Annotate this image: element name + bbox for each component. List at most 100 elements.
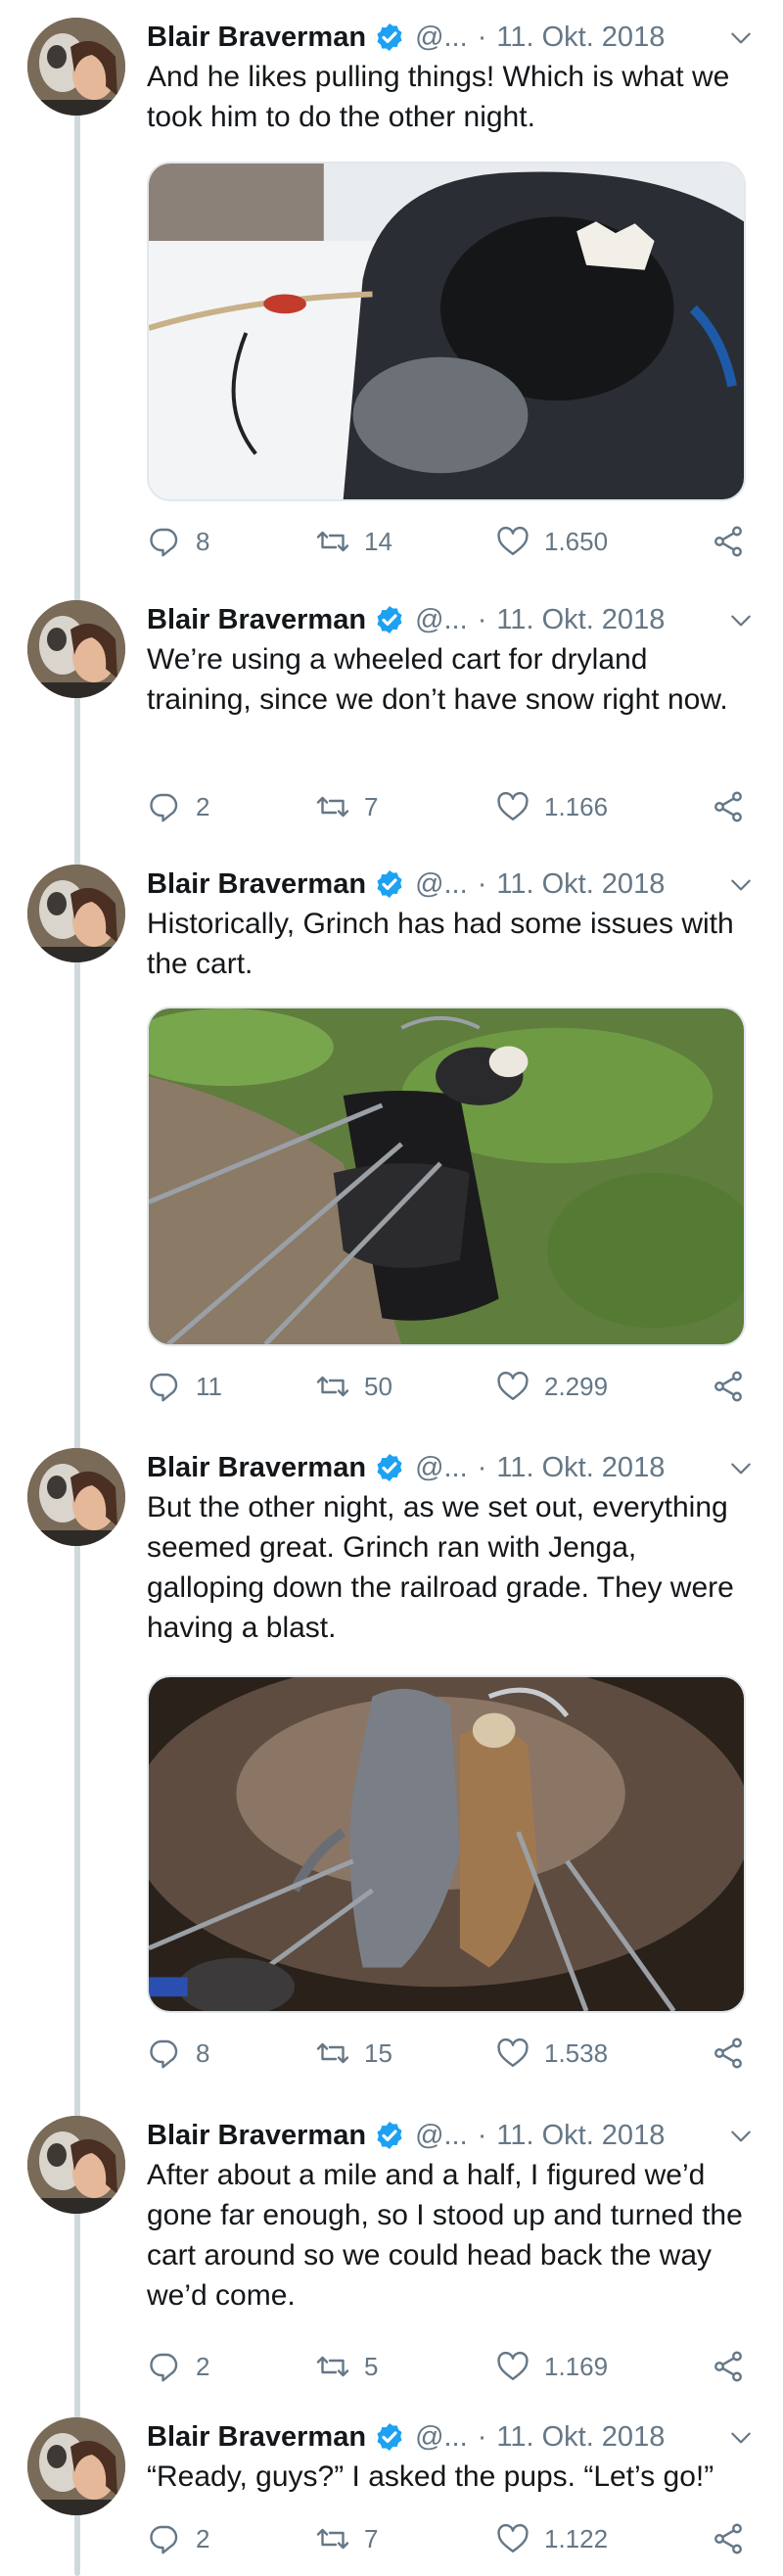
like-button[interactable]: 1.169: [495, 2345, 608, 2388]
reply-count: 11: [196, 1371, 222, 1401]
avatar[interactable]: [27, 865, 125, 962]
tweet-text: And he likes pulling things! Which is wh…: [147, 61, 730, 133]
author-name[interactable]: Blair Braverman: [147, 868, 366, 901]
verified-badge-icon: [374, 2120, 405, 2151]
author-name[interactable]: Blair Braverman: [147, 2120, 366, 2152]
share-button[interactable]: [711, 2517, 746, 2560]
tweet-actions: 2 5 1.169: [147, 2345, 754, 2388]
author-handle: @...: [415, 21, 468, 53]
reply-count: 8: [196, 526, 210, 556]
verified-badge-icon: [374, 2421, 405, 2453]
avatar[interactable]: [27, 2116, 125, 2214]
tweet-date[interactable]: 11. Okt. 2018: [496, 2421, 665, 2454]
avatar[interactable]: [27, 600, 125, 698]
retweet-count: 7: [364, 2523, 379, 2553]
like-count: 1.650: [544, 526, 609, 556]
tweet-header: Blair Braverman @... · 11. Okt. 2018: [147, 865, 754, 904]
tweet-date[interactable]: 11. Okt. 2018: [496, 868, 665, 901]
like-count: 1.538: [544, 2037, 609, 2068]
like-button[interactable]: 1.122: [495, 2517, 608, 2560]
tweet-actions: 2 7 1.166: [147, 785, 754, 828]
retweet-count: 14: [364, 526, 392, 556]
author-name[interactable]: Blair Braverman: [147, 2421, 366, 2454]
separator-dot: ·: [477, 603, 487, 635]
separator-dot: ·: [477, 2420, 487, 2453]
share-button[interactable]: [711, 785, 746, 828]
tweet-date[interactable]: 11. Okt. 2018: [496, 2120, 665, 2152]
like-button[interactable]: 1.166: [495, 785, 608, 828]
reply-button[interactable]: 8: [147, 2032, 209, 2075]
author-name[interactable]: Blair Braverman: [147, 22, 366, 54]
reply-count: 2: [196, 2523, 210, 2553]
tweet-header: Blair Braverman @... · 11. Okt. 2018: [147, 18, 754, 57]
tweet[interactable]: Blair Braverman @... · 11. Okt. 2018 Aft…: [0, 2098, 783, 2397]
tweet-text: After about a mile and a half, I figured…: [147, 2159, 743, 2312]
tweet[interactable]: Blair Braverman @... · 11. Okt. 2018 And…: [0, 0, 783, 563]
share-button[interactable]: [711, 2345, 746, 2388]
reply-button[interactable]: 8: [147, 520, 209, 563]
author-handle: @...: [415, 2420, 468, 2453]
reply-count: 2: [196, 2351, 210, 2381]
retweet-button[interactable]: 5: [315, 2345, 378, 2388]
author-handle: @...: [415, 1451, 468, 1483]
tweet-date[interactable]: 11. Okt. 2018: [496, 22, 665, 54]
tweet[interactable]: Blair Braverman @... · 11. Okt. 2018 But…: [0, 1430, 783, 2096]
verified-badge-icon: [374, 1452, 405, 1483]
retweet-count: 50: [364, 1371, 392, 1401]
like-button[interactable]: 1.650: [495, 520, 608, 563]
avatar[interactable]: [27, 18, 125, 116]
tweet-header: Blair Braverman @... · 11. Okt. 2018: [147, 2417, 754, 2457]
chevron-down-icon[interactable]: [728, 2425, 754, 2451]
like-button[interactable]: 2.299: [495, 1365, 608, 1408]
retweet-button[interactable]: 14: [315, 520, 392, 563]
tweet-photo[interactable]: [147, 162, 746, 501]
chevron-down-icon[interactable]: [728, 25, 754, 51]
reply-button[interactable]: 2: [147, 785, 209, 828]
separator-dot: ·: [477, 2119, 487, 2151]
tweet[interactable]: Blair Braverman @... · 11. Okt. 2018 His…: [0, 847, 783, 1429]
like-count: 1.169: [544, 2351, 609, 2381]
share-button[interactable]: [711, 2032, 746, 2075]
like-count: 1.166: [544, 791, 609, 821]
share-button[interactable]: [711, 520, 746, 563]
chevron-down-icon[interactable]: [728, 2124, 754, 2149]
tweet-header: Blair Braverman @... · 11. Okt. 2018: [147, 600, 754, 639]
like-button[interactable]: 1.538: [495, 2032, 608, 2075]
tweet[interactable]: Blair Braverman @... · 11. Okt. 2018 “Re…: [0, 2400, 783, 2576]
chevron-down-icon[interactable]: [728, 1456, 754, 1481]
avatar[interactable]: [27, 1448, 125, 1546]
tweet-photo[interactable]: [147, 1675, 746, 2013]
author-handle: @...: [415, 867, 468, 900]
verified-badge-icon: [374, 604, 405, 635]
reply-button[interactable]: 11: [147, 1365, 222, 1408]
retweet-button[interactable]: 15: [315, 2032, 392, 2075]
tweet[interactable]: Blair Braverman @... · 11. Okt. 2018 We’…: [0, 583, 783, 837]
retweet-button[interactable]: 7: [315, 785, 378, 828]
retweet-count: 7: [364, 791, 379, 821]
reply-count: 8: [196, 2037, 210, 2068]
tweet-actions: 2 7 1.122: [147, 2517, 754, 2560]
tweet-photo[interactable]: [147, 1007, 746, 1346]
retweet-count: 15: [364, 2037, 392, 2068]
verified-badge-icon: [374, 22, 405, 53]
share-button[interactable]: [711, 1365, 746, 1408]
tweet-actions: 8 15 1.538: [147, 2032, 754, 2075]
chevron-down-icon[interactable]: [728, 872, 754, 898]
reply-button[interactable]: 2: [147, 2517, 209, 2560]
retweet-count: 5: [364, 2351, 379, 2381]
author-name[interactable]: Blair Braverman: [147, 604, 366, 636]
retweet-button[interactable]: 7: [315, 2517, 378, 2560]
tweet-date[interactable]: 11. Okt. 2018: [496, 604, 665, 636]
reply-count: 2: [196, 791, 210, 821]
tweet-text: We’re using a wheeled cart for dryland t…: [147, 643, 728, 716]
separator-dot: ·: [477, 21, 487, 53]
chevron-down-icon[interactable]: [728, 608, 754, 633]
tweet-date[interactable]: 11. Okt. 2018: [496, 1452, 665, 1484]
reply-button[interactable]: 2: [147, 2345, 209, 2388]
tweet-actions: 11 50 2.299: [147, 1365, 754, 1408]
tweet-text: But the other night, as we set out, ever…: [147, 1491, 734, 1644]
author-name[interactable]: Blair Braverman: [147, 1452, 366, 1484]
avatar[interactable]: [27, 2417, 125, 2515]
separator-dot: ·: [477, 1451, 487, 1483]
retweet-button[interactable]: 50: [315, 1365, 392, 1408]
